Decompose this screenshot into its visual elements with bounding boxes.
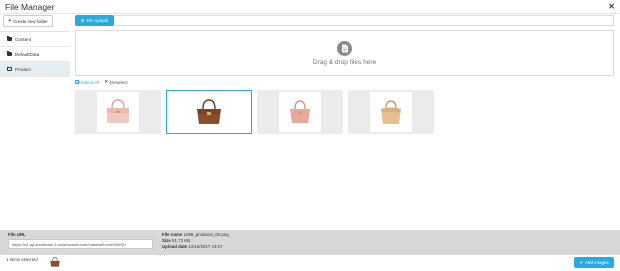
x-icon: ✕ <box>104 79 109 84</box>
folder-icon <box>7 51 12 56</box>
image-grid <box>75 90 434 134</box>
window-title: File Manager <box>5 2 55 12</box>
sidebar-item-content[interactable]: Content <box>0 32 70 47</box>
image-thumbnail[interactable] <box>75 90 161 134</box>
image-thumbnail[interactable] <box>348 90 434 134</box>
folder-sidebar: Content DefaultData Product <box>0 31 70 77</box>
close-icon[interactable]: ✕ <box>608 2 615 11</box>
items-selected-count: 1 items selected <box>6 257 38 262</box>
upload-icon: ⊕ <box>80 17 85 23</box>
dropzone[interactable]: Drag & drop files here <box>75 30 614 76</box>
upload-date-label: Upload date <box>162 244 188 249</box>
folder-icon <box>7 36 12 41</box>
file-upload-label: File upload <box>86 18 109 23</box>
selection-controls: Select All ✕ Deselect <box>75 79 128 85</box>
file-upload-button[interactable]: ⊕ File upload <box>75 15 114 26</box>
check-icon: ✔ <box>579 259 584 265</box>
pink-handbag-image <box>97 92 139 132</box>
create-folder-button[interactable]: + Create new folder <box>3 15 53 27</box>
sidebar-item-defaultdata[interactable]: DefaultData <box>0 47 70 62</box>
add-images-label: Add Images <box>585 260 609 265</box>
title-divider <box>0 13 620 14</box>
upload-progress-bar <box>114 15 614 26</box>
dropzone-text: Drag & drop files here <box>312 58 377 66</box>
file-name-value: 1098_product4_00.png <box>183 232 229 237</box>
rose-handbag-image <box>279 92 321 132</box>
vertical-scrollbar[interactable] <box>616 26 620 238</box>
file-url-field[interactable]: https://s3-ap-southeast-1.amazonaws.com/… <box>8 239 153 249</box>
image-thumbnail[interactable] <box>257 90 343 134</box>
checkbox-icon <box>75 80 79 84</box>
deselect-link[interactable]: ✕ Deselect <box>104 79 127 85</box>
file-info-panel: File URL https://s3-ap-southeast-1.amazo… <box>0 230 620 255</box>
add-images-button[interactable]: ✔ Add Images <box>574 257 614 268</box>
size-value: 51.72 KB <box>172 238 191 243</box>
folder-label: Product <box>15 66 31 72</box>
tan-handbag-image <box>370 92 412 132</box>
sidebar-item-product[interactable]: Product <box>0 62 70 77</box>
image-thumbnail[interactable] <box>166 90 252 134</box>
selected-image-preview <box>50 257 60 267</box>
file-meta: File name 1098_product4_00.png Size 51.7… <box>162 232 229 250</box>
brown-handbag-image <box>188 92 230 132</box>
file-name-label: File name <box>162 232 183 237</box>
folder-label: Content <box>15 36 32 42</box>
upload-date-value: 12/19/2017 13:27 <box>188 244 223 249</box>
select-all-label: Select All <box>80 79 100 85</box>
plus-icon: + <box>8 18 12 24</box>
document-icon <box>337 40 352 56</box>
select-all-link[interactable]: Select All <box>75 79 99 85</box>
create-folder-label: Create new folder <box>13 18 48 24</box>
deselect-label: Deselect <box>109 79 128 85</box>
folder-open-icon <box>7 67 12 71</box>
file-url-label: File URL <box>8 232 26 237</box>
size-label: Size <box>162 238 171 243</box>
folder-label: DefaultData <box>15 51 40 57</box>
